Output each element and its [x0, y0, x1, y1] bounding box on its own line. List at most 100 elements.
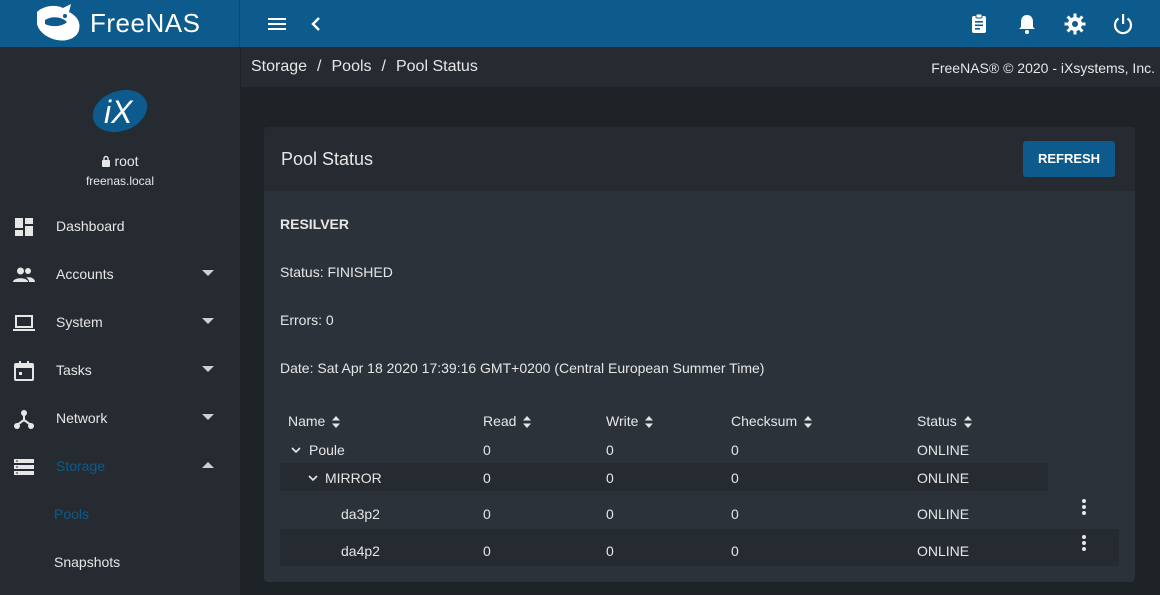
sidebar-subitem-label: Snapshots: [54, 554, 121, 570]
laptop-icon: [13, 315, 35, 331]
sidebar: iX root freenas.local Dashboard Accounts…: [0, 47, 240, 595]
breadcrumb: Storage / Pools / Pool Status: [251, 58, 478, 76]
cell-read: 0: [483, 470, 491, 486]
cell-read: 0: [483, 543, 491, 559]
user-name: root: [0, 153, 240, 169]
caret-up-icon: [202, 462, 214, 468]
sort-icon: [963, 416, 972, 429]
cell-checksum: 0: [731, 543, 739, 559]
sidebar-item-network[interactable]: Network: [0, 395, 240, 443]
sort-icon: [523, 416, 532, 429]
sidebar-item-label: Accounts: [56, 266, 114, 282]
more-vert-icon[interactable]: [1078, 498, 1090, 516]
caret-down-icon: [202, 366, 214, 372]
cell-read: 0: [483, 506, 491, 522]
breadcrumb-pools[interactable]: Pools: [332, 58, 372, 76]
column-header-read[interactable]: Read: [483, 413, 532, 429]
cell-name: Poule: [309, 442, 345, 458]
caret-down-icon: [202, 318, 214, 324]
column-header-label: Checksum: [731, 413, 798, 429]
cell-name: MIRROR: [325, 470, 382, 486]
bell-icon[interactable]: [1015, 12, 1039, 36]
user-host: freenas.local: [85, 174, 155, 188]
cell-read: 0: [483, 442, 491, 458]
sort-icon: [804, 416, 813, 429]
cell-status: ONLINE: [917, 543, 970, 559]
more-vert-icon[interactable]: [1078, 534, 1090, 552]
pool-status-card: Pool Status REFRESH RESILVER Status: FIN…: [264, 127, 1135, 582]
sidebar-subitem-pools[interactable]: Pools: [0, 491, 240, 539]
menu-icon[interactable]: [265, 12, 289, 36]
column-header-checksum[interactable]: Checksum: [731, 413, 813, 429]
column-header-label: Read: [483, 413, 517, 429]
dashboard-icon: [15, 218, 33, 236]
breadcrumb-storage[interactable]: Storage: [251, 58, 307, 76]
cell-write: 0: [606, 442, 614, 458]
sidebar-item-tasks[interactable]: Tasks: [0, 347, 240, 395]
column-header-label: Write: [606, 413, 639, 429]
table-row: da4p2 0 0 0 ONLINE: [280, 529, 1119, 566]
column-header-status[interactable]: Status: [917, 413, 973, 429]
power-icon[interactable]: [1111, 12, 1135, 36]
chevron-down-icon[interactable]: [307, 472, 319, 484]
breadcrumb-separator: /: [317, 58, 322, 75]
cell-status: ONLINE: [917, 506, 970, 522]
sidebar-subitem-label: Pools: [54, 506, 90, 522]
chevron-left-icon[interactable]: [304, 12, 328, 36]
sidebar-item-label: Dashboard: [56, 218, 125, 234]
people-icon: [13, 267, 35, 282]
cell-status: ONLINE: [917, 442, 970, 458]
resilver-errors: Errors: 0: [280, 312, 334, 328]
cell-checksum: 0: [731, 506, 739, 522]
user-name-label: root: [114, 153, 139, 169]
sidebar-item-accounts[interactable]: Accounts: [0, 251, 240, 299]
app-logo-text: FreeNAS: [90, 8, 201, 38]
sidebar-item-label: Storage: [56, 458, 106, 474]
top-bar: FreeNAS: [0, 0, 1160, 47]
ix-systems-logo-icon: iX: [92, 89, 148, 133]
page-title: Pool Status: [281, 149, 374, 169]
table-row: da3p2 0 0 0 ONLINE: [280, 491, 1119, 529]
cell-name: da4p2: [341, 543, 380, 559]
sidebar-item-system[interactable]: System: [0, 299, 240, 347]
chevron-down-icon[interactable]: [290, 444, 302, 456]
column-header-label: Status: [917, 413, 957, 429]
column-header-name[interactable]: Name: [288, 413, 341, 429]
table-row: MIRROR 0 0 0 ONLINE: [280, 463, 1048, 491]
network-icon: [14, 410, 34, 429]
refresh-button[interactable]: REFRESH: [1023, 141, 1115, 177]
cell-write: 0: [606, 543, 614, 559]
cell-checksum: 0: [731, 470, 739, 486]
storage-icon: [14, 459, 34, 475]
breadcrumb-separator: /: [381, 58, 386, 75]
sort-icon: [332, 416, 341, 429]
sidebar-item-storage[interactable]: Storage: [0, 443, 240, 491]
column-header-label: Name: [288, 413, 326, 429]
column-header-write[interactable]: Write: [606, 413, 654, 429]
svg-text:iX: iX: [104, 94, 134, 130]
cell-status: ONLINE: [917, 470, 970, 486]
breadcrumb-pool-status: Pool Status: [395, 58, 478, 75]
freenas-shark-logo-icon: [37, 4, 80, 41]
sidebar-subitem-snapshots[interactable]: Snapshots: [0, 539, 240, 587]
card-header: Pool Status REFRESH: [264, 127, 1135, 191]
resilver-status: Status: FINISHED: [280, 264, 393, 280]
cell-write: 0: [606, 470, 614, 486]
caret-down-icon: [202, 270, 214, 276]
gear-icon[interactable]: [1063, 12, 1087, 36]
sidebar-item-label: Tasks: [56, 362, 92, 378]
clipboard-icon[interactable]: [967, 12, 991, 36]
resilver-heading: RESILVER: [280, 216, 349, 232]
caret-down-icon: [202, 414, 214, 420]
sidebar-item-dashboard[interactable]: Dashboard: [0, 203, 240, 251]
sidebar-item-label: Network: [56, 410, 108, 426]
sort-icon: [645, 416, 654, 429]
breadcrumb-bar: Storage / Pools / Pool Status FreeNAS® © 202…: [241, 47, 1160, 87]
lock-icon: [102, 155, 111, 167]
cell-checksum: 0: [731, 442, 739, 458]
logo-area: FreeNAS: [0, 0, 240, 47]
sidebar-item-label: System: [56, 314, 103, 330]
table-row: Poule 0 0 0 ONLINE: [280, 435, 1050, 463]
calendar-icon: [14, 361, 34, 381]
cell-write: 0: [606, 506, 614, 522]
